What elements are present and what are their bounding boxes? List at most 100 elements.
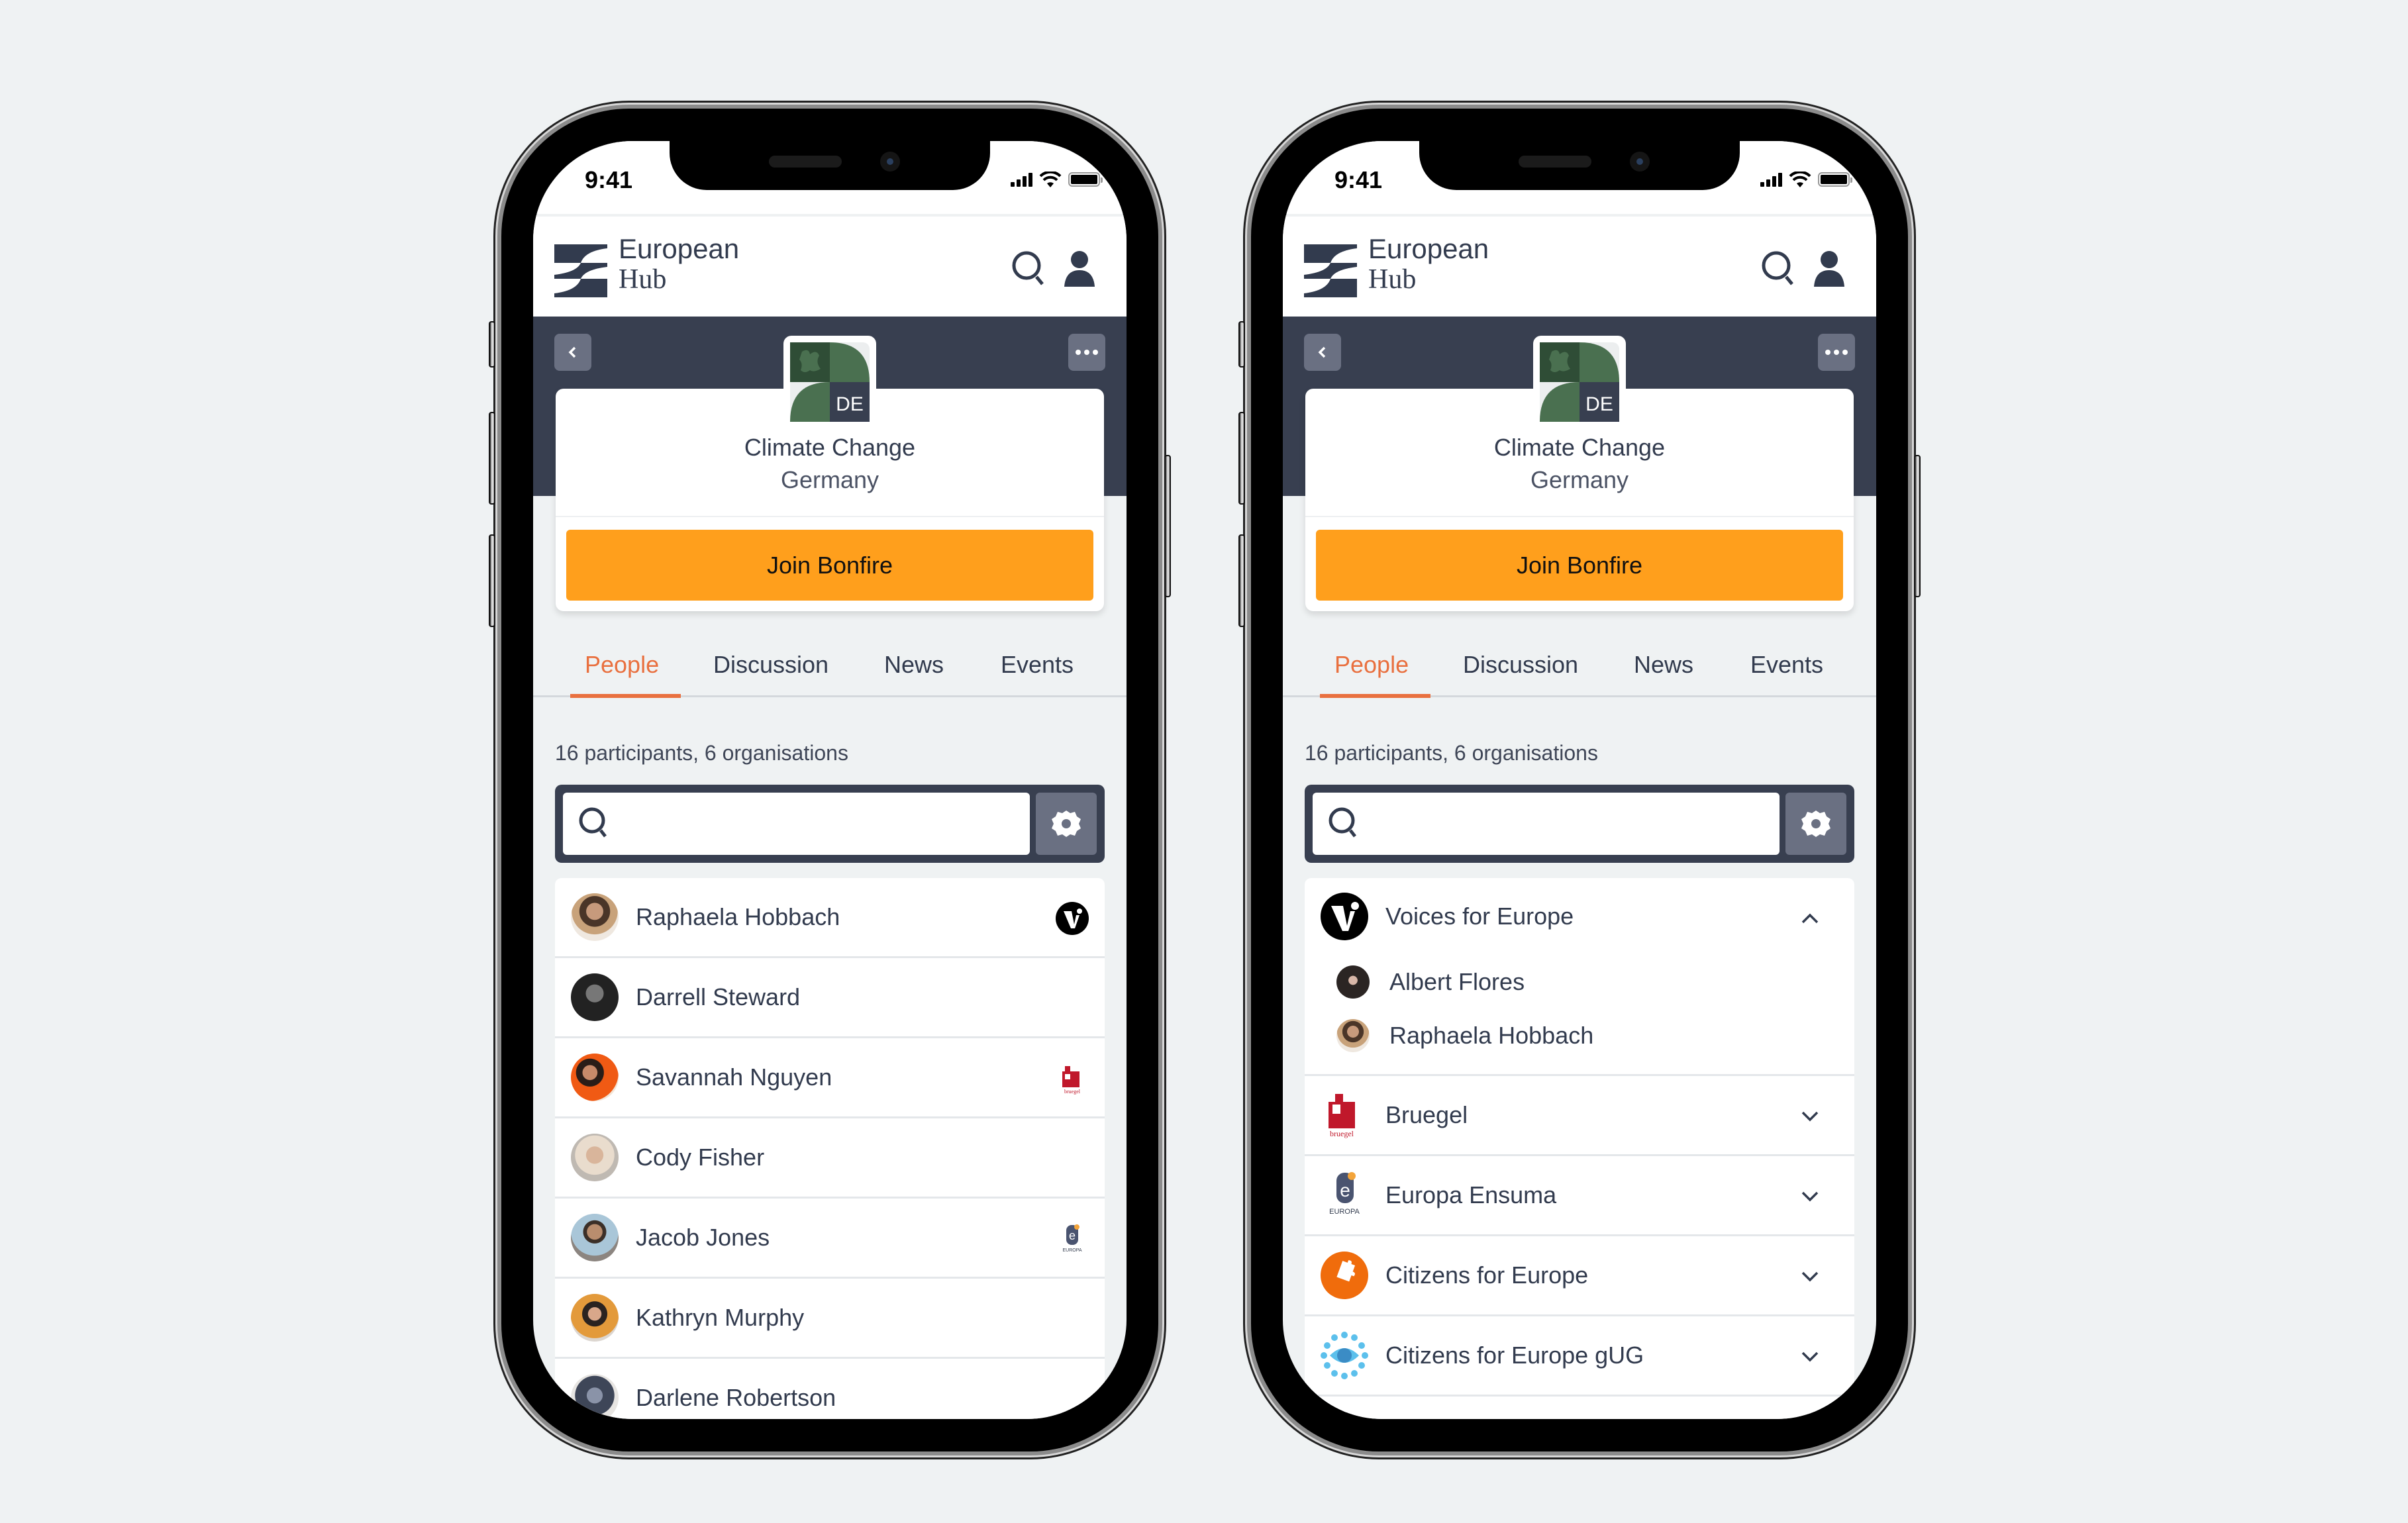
europa-ensuma-badge-icon: e EUROPA (1062, 1224, 1082, 1253)
tab-news[interactable]: News (1634, 651, 1693, 679)
cellular-signal-icon (1760, 172, 1782, 187)
list-item[interactable]: Savannah Nguyen bruegel (555, 1038, 1105, 1118)
group-subtitle: Germany (1530, 466, 1629, 493)
chevron-left-icon (568, 346, 576, 358)
person-name: Raphaela Hobbach (636, 903, 840, 930)
phone-organisations-view: 9:41 European Hub DE Climate Change Germ… (1238, 111, 1921, 1449)
notch (670, 141, 990, 190)
gear-icon (1801, 811, 1831, 837)
tab-people[interactable]: People (585, 651, 659, 679)
organisation-item[interactable]: European Federation for Cultural… (1305, 1397, 1854, 1419)
bruegel-badge-icon: bruegel (1062, 1066, 1081, 1095)
avatar (571, 1294, 619, 1342)
chevron-up-icon[interactable] (1799, 907, 1821, 930)
svg-text:DE: DE (1585, 393, 1613, 415)
organisation-item[interactable]: Citizens for Europe (1305, 1236, 1854, 1316)
voices-for-europe-logo-icon (1321, 893, 1368, 940)
power-button (1914, 455, 1921, 597)
join-bonfire-button[interactable]: Join Bonfire (566, 530, 1093, 601)
list-item[interactable]: Cody Fisher (555, 1118, 1105, 1199)
brand-name[interactable]: European Hub (619, 235, 739, 294)
svg-text:EUROPA: EUROPA (1329, 1208, 1360, 1216)
chevron-down-icon[interactable] (1799, 1105, 1821, 1128)
volume-up-button (489, 412, 495, 505)
person-name: Jacob Jones (636, 1224, 770, 1251)
divider (1305, 516, 1854, 517)
organisation-name: Voices for Europe (1385, 903, 1574, 930)
member-item[interactable]: Albert Flores (1305, 955, 1854, 1008)
organisation-item[interactable]: e EUROPA Europa Ensuma (1305, 1156, 1854, 1236)
screen: 9:41 European Hub DE Climate Change Germ… (533, 141, 1127, 1419)
tab-events[interactable]: Events (1750, 651, 1823, 679)
list-item[interactable]: Raphaela Hobbach (555, 878, 1105, 958)
search-icon[interactable] (1011, 250, 1047, 287)
organisation-name: Citizens for Europe gUG (1385, 1342, 1644, 1369)
active-tab-indicator (570, 694, 681, 698)
tab-bar: People Discussion News Events (533, 636, 1127, 698)
organisation-name: Europa Ensuma (1385, 1181, 1557, 1208)
status-time: 9:41 (1334, 166, 1383, 193)
organisation-group-expanded: Voices for Europe Albert Flores Raphaela… (1305, 878, 1854, 1076)
citizens-for-europe-gug-logo-icon (1321, 1332, 1368, 1379)
avatar (571, 1214, 619, 1261)
chevron-left-icon (1318, 346, 1326, 358)
organisation-list: Voices for Europe Albert Flores Raphaela… (1305, 878, 1854, 1419)
organisation-item[interactable]: Voices for Europe (1305, 878, 1854, 955)
tab-people[interactable]: People (1334, 651, 1409, 679)
power-button (1164, 455, 1171, 597)
tab-events[interactable]: Events (1001, 651, 1074, 679)
active-tab-indicator (1320, 694, 1430, 698)
list-item[interactable]: Darrell Steward (555, 958, 1105, 1038)
tab-news[interactable]: News (884, 651, 944, 679)
organisation-item[interactable]: bruegel Bruegel (1305, 1076, 1854, 1156)
tab-discussion[interactable]: Discussion (713, 651, 828, 679)
status-time: 9:41 (585, 166, 633, 193)
chevron-down-icon[interactable] (1799, 1265, 1821, 1288)
more-options-button[interactable] (1068, 334, 1105, 371)
volume-down-button (1238, 534, 1245, 627)
tab-bar: People Discussion News Events (1283, 636, 1876, 698)
cellular-signal-icon (1011, 172, 1032, 187)
svg-text:e: e (1069, 1229, 1076, 1242)
group-card: DE Climate Change Germany Join Bonfire (1305, 336, 1854, 611)
people-search-input[interactable] (563, 793, 1030, 855)
person-name: Cody Fisher (636, 1144, 765, 1171)
people-search-input[interactable] (1313, 793, 1780, 855)
join-bonfire-button[interactable]: Join Bonfire (1316, 530, 1843, 601)
svg-text:EUROPA: EUROPA (1062, 1248, 1081, 1253)
group-logo: DE (783, 336, 876, 428)
svg-text:bruegel: bruegel (1064, 1089, 1081, 1095)
avatar (571, 1054, 619, 1101)
filter-settings-button[interactable] (1036, 793, 1097, 855)
chevron-down-icon[interactable] (1799, 1185, 1821, 1208)
list-item[interactable]: Jacob Jones e EUROPA (555, 1199, 1105, 1279)
mute-switch (489, 321, 495, 368)
back-button[interactable] (1304, 334, 1341, 371)
user-profile-icon[interactable] (1062, 250, 1097, 287)
bruegel-logo-icon: bruegel (1329, 1094, 1355, 1138)
climate-germany-logo-icon: DE (790, 342, 870, 422)
volume-down-button (489, 534, 495, 627)
user-profile-icon[interactable] (1811, 250, 1847, 287)
brand-name[interactable]: European Hub (1368, 235, 1489, 294)
list-item[interactable]: Kathryn Murphy (555, 1279, 1105, 1359)
participant-count: 16 participants, 6 organisations (1305, 741, 1598, 765)
back-button[interactable] (554, 334, 591, 371)
organisation-item[interactable]: Citizens for Europe gUG (1305, 1316, 1854, 1397)
climate-germany-logo-icon: DE (1540, 342, 1619, 422)
ellipsis-icon (1825, 350, 1848, 355)
member-name: Raphaela Hobbach (1389, 1021, 1594, 1049)
list-item[interactable]: Darlene Robertson (555, 1359, 1105, 1419)
member-item[interactable]: Raphaela Hobbach (1305, 1008, 1854, 1062)
citizens-for-europe-logo-icon (1321, 1252, 1368, 1299)
battery-icon (1068, 172, 1103, 187)
filter-settings-button[interactable] (1785, 793, 1846, 855)
people-list: Raphaela Hobbach Darrell Steward Savanna… (555, 878, 1105, 1419)
tab-discussion[interactable]: Discussion (1463, 651, 1578, 679)
search-icon[interactable] (1761, 250, 1797, 287)
more-options-button[interactable] (1818, 334, 1855, 371)
group-subtitle: Germany (780, 466, 879, 493)
organisation-name: Bruegel (1385, 1101, 1468, 1128)
phone-people-view: 9:41 European Hub DE Climate Change Germ… (489, 111, 1171, 1449)
chevron-down-icon[interactable] (1799, 1346, 1821, 1368)
